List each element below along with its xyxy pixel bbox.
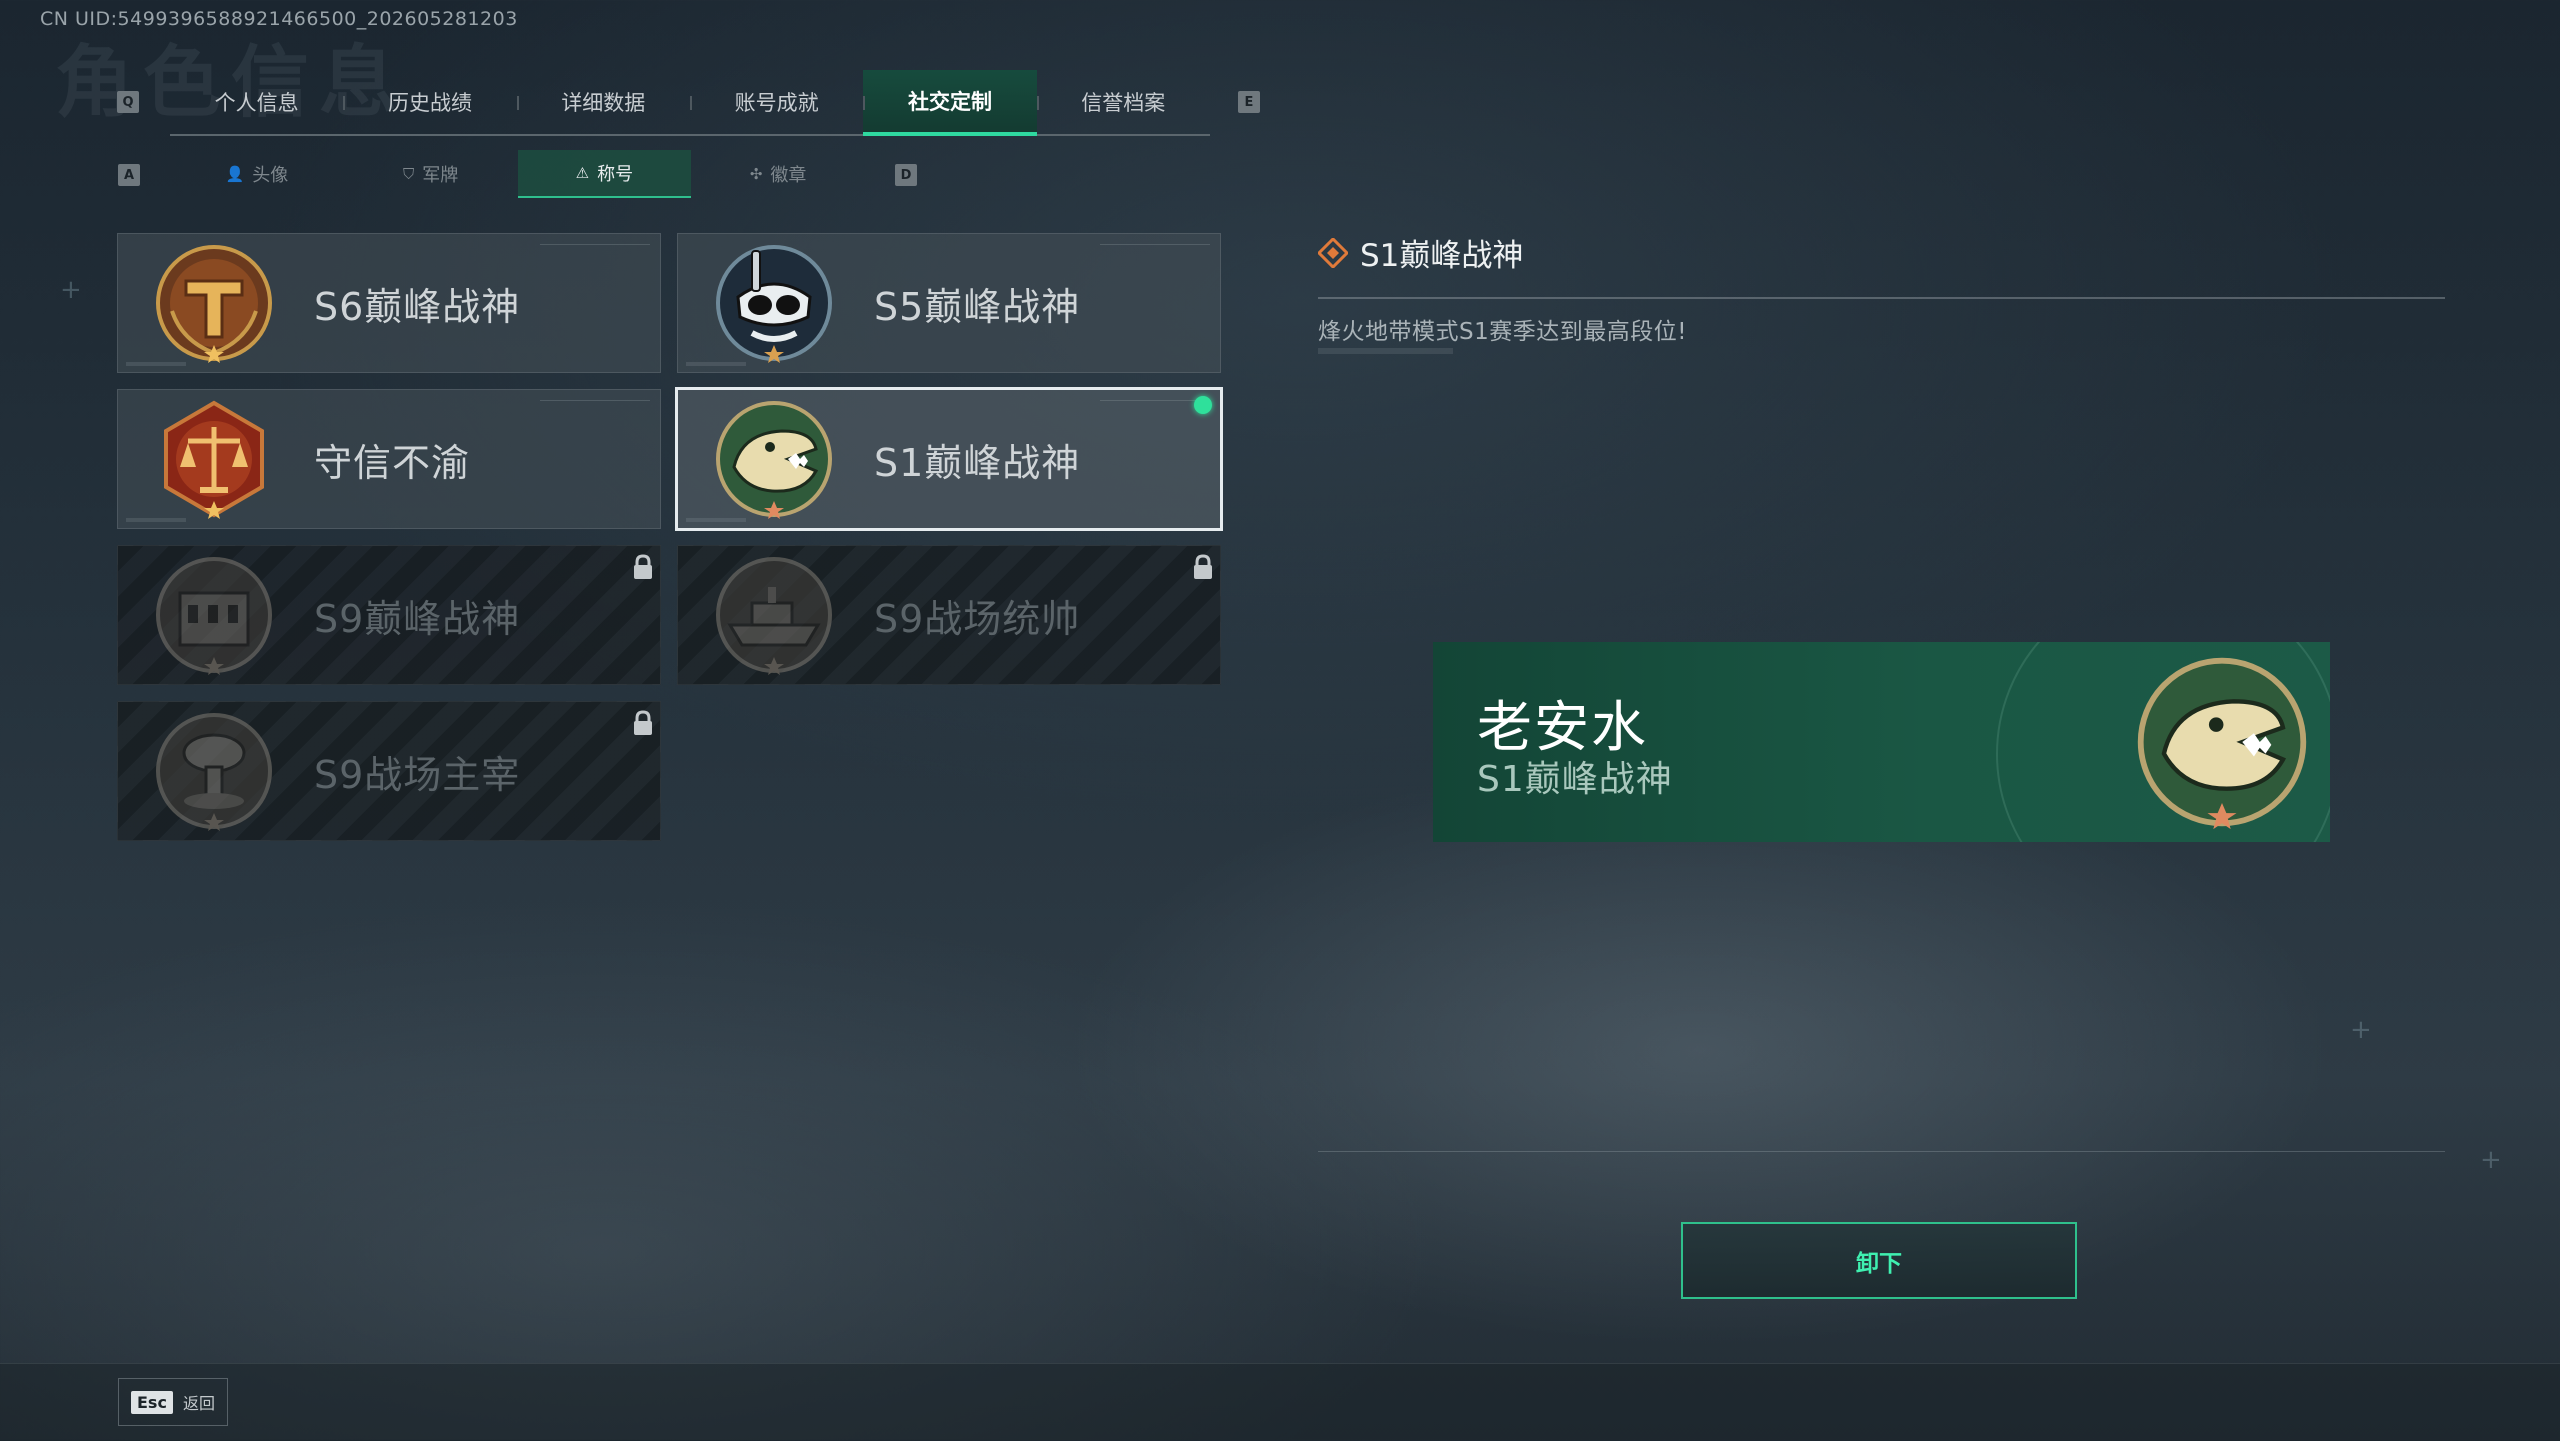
tab-credit-record[interactable]: 信誉档案 [1036,70,1210,134]
title-card[interactable]: S6巅峰战神 [117,233,661,373]
tab-detailed-stats[interactable]: 详细数据 [516,70,690,134]
detail-title: S1巅峰战神 [1360,238,1524,274]
title-name: S9战场主宰 [314,752,521,797]
title-card-selected[interactable]: S1巅峰战神 [675,387,1223,531]
divider [1318,297,2445,299]
badge-icon: ✣ [749,165,763,183]
subtab-label: 军牌 [422,165,459,186]
title-name: 守信不渝 [314,440,471,485]
unequip-button[interactable]: 卸下 [1681,1222,2077,1299]
title-name: S1巅峰战神 [874,440,1081,485]
back-label: 返回 [182,1394,215,1413]
detail-header: S1巅峰战神 [1318,230,1523,275]
detail-description: 烽火地带模式S1赛季达到最高段位! [1318,319,1687,345]
title-name: S9战场统帅 [874,596,1081,641]
card-decoration [540,244,650,255]
q-key-hint[interactable]: Q [117,91,139,113]
dogtag-icon: ⛉ [402,165,415,183]
lock-icon [634,554,652,579]
title-name: S6巅峰战神 [314,284,521,329]
esc-key-hint: Esc [131,1390,173,1414]
person-icon: 👤 [225,165,245,183]
lock-icon [634,710,652,735]
subtab-dogtag[interactable]: ⛉ 军牌 [344,150,518,198]
crosshair-decoration: + [2480,1145,2502,1175]
diamond-icon [1318,237,1348,268]
decorative-bar [1318,348,1453,354]
subtab-label: 徽章 [770,165,807,186]
tab-social-customization[interactable]: 社交定制 [863,70,1037,136]
back-button[interactable]: Esc 返回 [118,1378,228,1426]
tab-achievements[interactable]: 账号成就 [689,70,863,134]
e-key-hint[interactable]: E [1238,91,1260,113]
card-decoration [126,518,186,522]
card-decoration [540,400,650,411]
title-card-locked[interactable]: S9战场主宰 [117,701,661,841]
title-name: S9巅峰战神 [314,596,521,641]
footer-bar [0,1363,2560,1441]
title-card-locked[interactable]: S9战场统帅 [677,545,1221,685]
card-decoration [1100,244,1210,255]
gold-t-emblem-icon [156,245,272,363]
mushroom-cloud-emblem-icon [156,713,272,831]
crosshair-decoration: + [2350,1015,2372,1045]
title-card-locked[interactable]: S9巅峰战神 [117,545,661,685]
a-key-hint[interactable]: A [118,164,140,186]
sub-tab-bar: 👤 头像 ⛉ 军牌 ⚠ 称号 ✣ 徽章 [170,150,865,198]
diving-mask-emblem-icon [716,245,832,363]
card-decoration [126,362,186,366]
tab-personal-info[interactable]: 个人信息 [170,70,343,134]
ruins-emblem-icon [156,557,272,675]
subtab-avatar[interactable]: 👤 头像 [170,150,344,198]
title-name: S5巅峰战神 [874,284,1081,329]
subtab-title[interactable]: ⚠ 称号 [517,150,692,198]
card-decoration [686,518,746,522]
main-tab-bar: 个人信息 历史战绩 详细数据 账号成就 社交定制 信誉档案 [170,70,1210,136]
title-card[interactable]: 守信不渝 [117,389,661,529]
title-icon: ⚠ [575,164,590,182]
title-card[interactable]: S5巅峰战神 [677,233,1221,373]
warship-emblem-icon [716,557,832,675]
tab-match-history[interactable]: 历史战绩 [343,70,516,134]
scales-emblem-icon [164,400,264,519]
preview-title: S1巅峰战神 [1477,759,1673,800]
crocodile-emblem-icon [716,401,832,519]
title-preview-card: 老安水 S1巅峰战神 [1433,642,2330,842]
d-key-hint[interactable]: D [895,164,917,186]
lock-icon [1194,554,1212,579]
equipped-indicator [1194,396,1212,414]
subtab-badge[interactable]: ✣ 徽章 [691,150,865,198]
crosshair-decoration: + [60,275,82,305]
divider [1318,1151,2445,1152]
card-decoration [686,362,746,366]
subtab-label: 称号 [597,164,634,185]
subtab-label: 头像 [252,165,289,186]
crocodile-emblem-icon [2137,657,2307,830]
